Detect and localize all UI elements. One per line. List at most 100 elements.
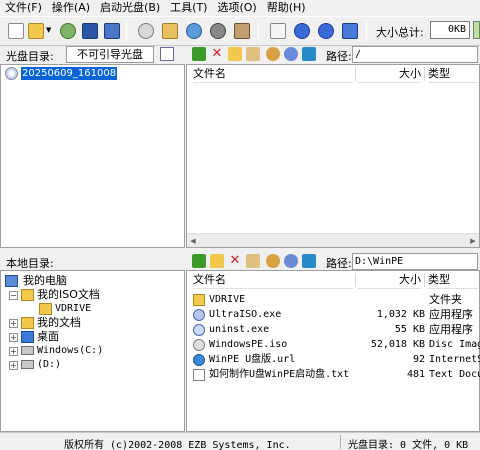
tree-vdrive[interactable]: VDRIVE: [55, 302, 91, 316]
tree-d-drive[interactable]: (D:): [37, 358, 61, 372]
file-type: 应用程序: [429, 323, 473, 336]
disc-summary-text: 光盘目录: 0 文件, 0 KB: [348, 440, 469, 450]
disc-directory-label: 光盘目录:: [6, 50, 54, 63]
disc-directory-bar: 光盘目录: 不可引导光盘: [0, 46, 185, 64]
disc-tree-pane[interactable]: 20250609_161008: [0, 64, 185, 248]
properties-icon[interactable]: [270, 23, 286, 39]
show-folder-icon[interactable]: [266, 47, 280, 61]
tree-my-computer[interactable]: 我的电脑: [23, 274, 67, 288]
save-as-icon[interactable]: [104, 23, 120, 39]
uninstall-icon: [193, 324, 205, 336]
documents-folder-icon: [21, 317, 34, 329]
refresh-icon[interactable]: [302, 47, 316, 61]
tree-my-documents[interactable]: 我的文档: [37, 316, 81, 330]
open-icon[interactable]: [28, 23, 44, 39]
menu-actions[interactable]: 操作(A): [47, 0, 95, 16]
header-filename[interactable]: 文件名: [193, 65, 353, 83]
file-row[interactable]: UltraISO.exe 1,032 KB 应用程序: [189, 308, 479, 322]
local-path-label: 路径:: [326, 257, 352, 270]
rename-icon[interactable]: [246, 254, 260, 268]
new-folder-icon[interactable]: [228, 47, 242, 61]
menu-tools[interactable]: 工具(T): [165, 0, 212, 16]
show-folder-icon[interactable]: [266, 254, 280, 268]
text-document-icon: [193, 369, 205, 381]
disc-icon: [5, 67, 18, 80]
virtual-drive-icon[interactable]: [210, 23, 226, 39]
expand-icon[interactable]: +: [9, 361, 18, 370]
header-filename[interactable]: 文件名: [193, 271, 353, 289]
ultraiso-icon: [193, 309, 205, 321]
file-row[interactable]: VDRIVE 文件夹: [189, 293, 479, 307]
expand-icon[interactable]: +: [9, 319, 18, 328]
refresh-icon[interactable]: [302, 254, 316, 268]
copyright-text: 版权所有 (c)2002-2008 EZB Systems, Inc.: [64, 440, 291, 450]
file-name: uninst.exe: [209, 324, 270, 335]
capacity-bar: [473, 21, 480, 39]
folder-icon: [193, 294, 205, 306]
help-icon[interactable]: [318, 23, 334, 39]
compress-icon[interactable]: [186, 23, 202, 39]
expand-icon[interactable]: +: [9, 333, 18, 342]
file-type: 应用程序: [429, 308, 473, 321]
file-name: UltraISO.exe: [209, 309, 282, 320]
file-type: InternetSh: [429, 354, 480, 365]
delete-icon[interactable]: ✕: [210, 47, 224, 61]
scroll-right-icon[interactable]: ▶: [467, 236, 479, 246]
header-type[interactable]: 类型: [428, 65, 478, 83]
extract-icon[interactable]: [60, 23, 76, 39]
header-size[interactable]: 大小: [357, 65, 421, 83]
scroll-left-icon[interactable]: ◀: [187, 236, 199, 246]
rename-icon[interactable]: [246, 47, 260, 61]
file-row[interactable]: uninst.exe 55 KB 应用程序: [189, 323, 479, 337]
folder-icon: [21, 289, 34, 301]
dropdown-arrow-icon[interactable]: ▼: [46, 26, 51, 34]
iso-path-field[interactable]: /: [352, 46, 478, 63]
expand-icon[interactable]: +: [9, 347, 18, 356]
collapse-icon[interactable]: −: [9, 291, 18, 300]
tree-desktop[interactable]: 桌面: [37, 330, 59, 344]
iso-path-label: 路径:: [326, 50, 352, 63]
new-icon[interactable]: [8, 23, 24, 39]
disc-properties-icon[interactable]: [160, 47, 174, 61]
header-divider: [424, 273, 425, 287]
menu-file[interactable]: 文件(F): [0, 0, 47, 16]
drive-icon: [21, 360, 34, 369]
header-type[interactable]: 类型: [428, 271, 478, 289]
toolbar-separator: [366, 21, 367, 41]
local-path-field[interactable]: D:\WinPE: [352, 253, 478, 270]
new-folder-icon[interactable]: [210, 254, 224, 268]
local-tree-pane[interactable]: 我的电脑 − 我的ISO文档 VDRIVE + 我的文档 + 桌面 + Wind…: [0, 270, 185, 432]
file-row[interactable]: WinPE U盘版.url 92 InternetSh: [189, 353, 480, 367]
file-row[interactable]: 如何制作U盘WinPE启动盘.txt 481 Text Docum: [189, 368, 480, 382]
up-level-icon[interactable]: [192, 47, 206, 61]
status-bar: 版权所有 (c)2002-2008 EZB Systems, Inc. 光盘目录…: [0, 432, 480, 450]
up-level-icon[interactable]: [192, 254, 206, 268]
burn-disc-icon[interactable]: [138, 23, 154, 39]
iso-file-list[interactable]: 文件名 大小 类型 ◀ ▶: [186, 64, 480, 248]
boot-status-field[interactable]: 不可引导光盘: [66, 46, 154, 63]
menu-bar: 文件(F) 操作(A) 启动光盘(B) 工具(T) 选项(O) 帮助(H): [0, 0, 480, 16]
menu-help[interactable]: 帮助(H): [262, 0, 311, 16]
settings-icon[interactable]: [284, 254, 298, 268]
save-icon[interactable]: [82, 23, 98, 39]
internet-shortcut-icon: [193, 354, 205, 366]
delete-icon[interactable]: ✕: [228, 254, 242, 268]
file-name: WindowsPE.iso: [209, 339, 288, 350]
header-size[interactable]: 大小: [357, 271, 421, 289]
horizontal-scrollbar[interactable]: ◀ ▶: [187, 233, 479, 247]
exit-icon[interactable]: [342, 23, 358, 39]
menu-bootable[interactable]: 启动光盘(B): [95, 0, 165, 16]
tree-my-iso[interactable]: 我的ISO文档: [37, 288, 100, 302]
local-file-list[interactable]: 文件名 大小 类型 VDRIVE 文件夹 UltraISO.exe 1,032 …: [186, 270, 480, 432]
mount-icon[interactable]: [162, 23, 178, 39]
disc-root-node[interactable]: 20250609_161008: [21, 67, 118, 80]
computer-icon: [5, 275, 18, 287]
tools-icon[interactable]: [234, 23, 250, 39]
settings-icon[interactable]: [284, 47, 298, 61]
file-name: VDRIVE: [209, 294, 246, 305]
info-icon[interactable]: [294, 23, 310, 39]
toolbar-separator: [126, 21, 127, 41]
file-row[interactable]: WindowsPE.iso 52,018 KB Disc Image: [189, 338, 480, 352]
menu-options[interactable]: 选项(O): [212, 0, 261, 16]
tree-windows-c[interactable]: Windows(C:): [37, 344, 103, 358]
